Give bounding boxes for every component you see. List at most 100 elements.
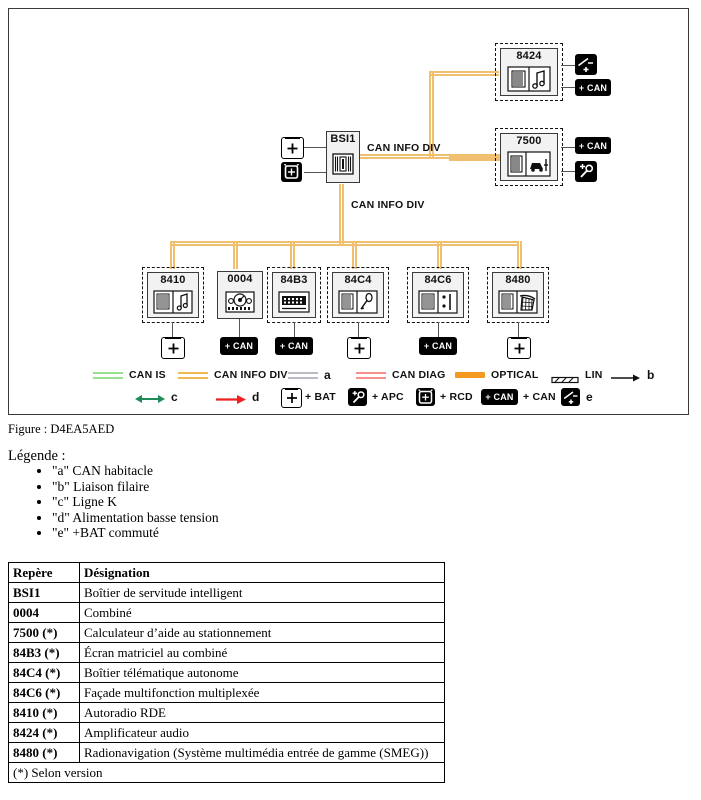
autoradio-icon <box>148 286 198 317</box>
legend-label: a <box>324 368 331 382</box>
table-footnote-row: (*) Selon version <box>8 762 445 783</box>
bat-icon <box>347 337 371 359</box>
switched-bat-glyph <box>563 390 577 404</box>
module-8424[interactable]: 8424 <box>495 43 563 101</box>
legend-row-2: c d + BAT + APC + RCD + CAN + CAN e <box>23 386 673 408</box>
can-badge: + CAN <box>220 337 258 355</box>
bat-icon <box>281 137 304 159</box>
switched-bat-icon <box>575 54 597 75</box>
module-84B3[interactable]: 84B3 <box>267 267 321 323</box>
legend-label: e <box>586 390 593 404</box>
cell-designation: Autoradio RDE <box>79 702 445 723</box>
can-is-swatch <box>93 371 123 379</box>
legend-label: OPTICAL <box>491 369 539 381</box>
module-84C6[interactable]: 84C6 <box>407 267 469 323</box>
parking-aid-icon <box>501 147 557 180</box>
legende-list: "a" CAN habitacle "b" Liaison filaire "c… <box>30 463 219 541</box>
bat-icon <box>161 337 185 359</box>
legend-label: + CAN <box>523 391 556 403</box>
apc-key-glyph <box>580 164 594 178</box>
module-8410[interactable]: 8410 <box>142 267 204 323</box>
cell-repere: 8410 (*) <box>8 702 80 723</box>
column-header-repere: Repère <box>8 562 80 583</box>
legend-label: + BAT <box>305 391 336 403</box>
module-0004[interactable]: 0004 <box>217 271 263 319</box>
table-row: 8480 (*) Radionavigation (Système multim… <box>8 742 445 763</box>
legend-item-optical: OPTICAL <box>455 364 538 386</box>
column-header-designation: Désignation <box>79 562 445 583</box>
module-7500[interactable]: 7500 <box>495 128 563 186</box>
module-code: BSI1 <box>330 133 356 145</box>
module-body: BSI1 <box>326 131 360 183</box>
legend-item-can-info-div: CAN INFO DIV <box>178 364 288 386</box>
module-84C4[interactable]: 84C4 <box>327 267 389 323</box>
cell-repere: BSI1 <box>8 582 80 603</box>
legend-item-e: e <box>561 386 593 408</box>
module-8480[interactable]: 8480 <box>487 267 549 323</box>
plus-glyph <box>354 343 364 353</box>
legend-label: CAN INFO DIV <box>214 369 288 381</box>
module-code: 84B3 <box>280 274 308 286</box>
cell-designation: Combiné <box>79 602 445 623</box>
list-item: "d" Alimentation basse tension <box>52 510 219 526</box>
legend-item-apc: + APC <box>348 386 404 408</box>
module-body: 84B3 <box>272 272 316 318</box>
module-code: 8410 <box>160 274 186 286</box>
module-body: 84C6 <box>412 272 464 318</box>
module-code: 84C6 <box>424 274 452 286</box>
plus-glyph <box>514 343 524 353</box>
reference-table: Repère Désignation BSI1 Boîtier de servi… <box>8 562 445 783</box>
module-code: 0004 <box>227 273 253 285</box>
cell-designation: Calculateur d’aide au stationnement <box>79 622 445 643</box>
wire-bottom-bus <box>170 241 518 246</box>
basse-tension-arrow <box>216 392 246 404</box>
table-row: 84C4 (*) Boîtier télématique autonome <box>8 662 445 683</box>
navigation-icon <box>493 286 543 317</box>
legend-label: c <box>171 390 178 404</box>
wire-bsi-down <box>339 184 344 244</box>
module-body: 7500 <box>500 133 558 181</box>
can-badge: + CAN <box>275 337 313 355</box>
legend-label: + RCD <box>440 391 473 403</box>
plus-glyph <box>286 393 297 403</box>
cell-repere: 7500 (*) <box>8 622 80 643</box>
legend-item-rcd: + RCD <box>416 386 473 408</box>
switched-bat-icon <box>561 388 580 406</box>
bat-icon <box>281 388 302 408</box>
diagram-canvas: CAN INFO DIV CAN INFO DIV BSI1 8424 + CA… <box>9 9 688 414</box>
table-header-row: Repère Désignation <box>8 562 445 583</box>
cell-designation: Façade multifonction multiplexée <box>79 682 445 703</box>
figure-caption: Figure : D4EA5AED <box>8 422 115 436</box>
module-code: 8424 <box>516 50 542 62</box>
switched-bat-glyph <box>578 57 593 72</box>
can-badge: + CAN <box>419 337 457 355</box>
legend-label: b <box>647 368 655 382</box>
cell-designation: Amplificateur audio <box>79 722 445 743</box>
wire-drop-84C6 <box>437 241 442 269</box>
legend-item-d: d <box>216 386 259 408</box>
rcd-icon <box>281 162 302 182</box>
table-row: 8410 (*) Autoradio RDE <box>8 702 445 723</box>
diagram-legend: CAN IS CAN INFO DIV a CAN DIAG OPTICAL L… <box>23 364 673 412</box>
lin-swatch <box>551 371 579 384</box>
wire-bat-to-bsi <box>304 147 326 149</box>
apc-icon <box>575 161 597 182</box>
legend-label: CAN DIAG <box>392 369 446 381</box>
cell-designation: Boîtier de servitude intelligent <box>79 582 445 603</box>
table-row: 84C6 (*) Façade multifonction multiplexé… <box>8 682 445 703</box>
wire-drop-84B3 <box>290 241 295 269</box>
cell-designation: Boîtier télématique autonome <box>79 662 445 683</box>
legend-item-lin: LIN <box>551 364 603 386</box>
module-body: 84C4 <box>332 272 384 318</box>
legend-item-bat: + BAT <box>281 386 336 408</box>
module-body: 8480 <box>492 272 544 318</box>
bsi-module-icon <box>327 145 359 182</box>
bus-label-upper: CAN INFO DIV <box>367 142 441 154</box>
module-BSI1[interactable]: BSI1 <box>326 131 360 183</box>
legend-item-can-diag: CAN DIAG <box>356 364 446 386</box>
cell-footnote: (*) Selon version <box>8 762 445 783</box>
ligne-k-arrow <box>135 392 165 403</box>
wire-rcd-to-bsi <box>304 172 326 174</box>
table-row: 7500 (*) Calculateur d’aide au stationne… <box>8 622 445 643</box>
legend-item-can: + CAN + CAN <box>481 386 556 408</box>
